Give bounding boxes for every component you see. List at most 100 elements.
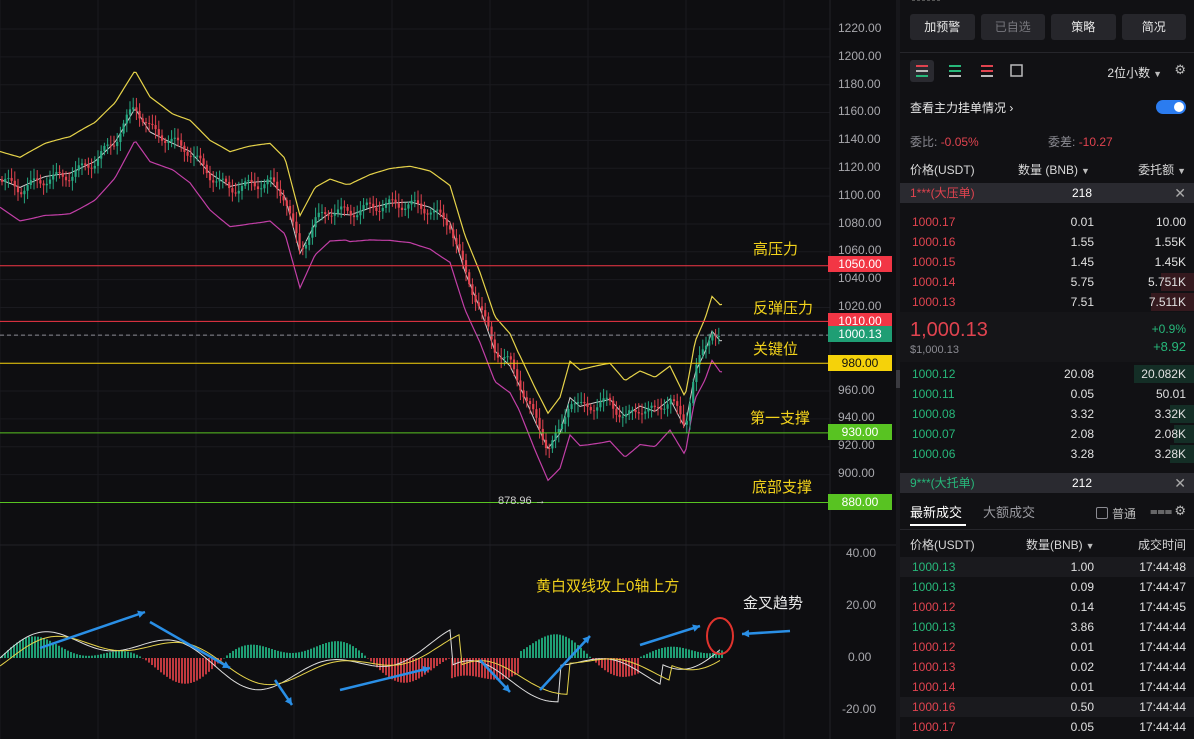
macd-histogram-bar [106,652,108,658]
change-absolute: +8.92 [1153,339,1186,354]
macd-histogram-bar [139,656,141,658]
macd-histogram-bar [400,658,402,683]
settings-icon[interactable]: ⚙ [1174,503,1186,519]
normal-checkbox[interactable] [1096,507,1108,519]
candle-body [583,401,586,404]
macd-histogram-bar [349,644,351,658]
ask-row[interactable]: 1000.16 1.55 1.55K [900,232,1194,252]
candle-body [135,107,138,111]
candle-body [263,184,266,189]
view-both-icon[interactable] [910,60,934,82]
low-price-label: 878.96 → [498,495,546,507]
bid-row[interactable]: 1000.06 3.28 3.28K [900,444,1194,464]
add-favorite-button[interactable]: 已自选 [980,14,1045,40]
big-bid-bar[interactable]: 9***(大托单) 212 ✕ [900,473,1194,493]
col-qty-header[interactable]: 数量 (BNB) ▼ [1018,161,1090,178]
macd-histogram-bar [280,651,282,658]
add-alert-button[interactable]: 加预警 [910,14,975,40]
tab-large-trades[interactable]: 大额成交 [983,502,1035,521]
bid-row[interactable]: 1000.11 0.05 50.01 [900,384,1194,404]
macd-histogram-bar [529,645,531,658]
ask-row[interactable]: 1000.15 1.45 1.45K [900,252,1194,272]
big-ask-bar[interactable]: 1***(大压单) 218 ✕ [900,183,1194,203]
level-tag-first-support: 930.00 [828,424,892,440]
candle-body [234,192,237,194]
bid-price: 1000.12 [912,367,956,381]
view-asks-icon[interactable] [976,60,998,82]
tab-latest-trades[interactable]: 最新成交 [910,502,962,521]
macd-histogram-bar [589,656,591,658]
filter-icon[interactable]: ⩶ [1150,503,1172,519]
macd-histogram-bar [289,652,291,658]
macd-histogram-bar [157,658,159,670]
candlestick-chart[interactable] [0,0,896,739]
macd-histogram-bar [196,658,198,681]
candle-body [404,208,407,210]
ask-row[interactable]: 1000.17 0.01 10.00 [900,212,1194,232]
candle-body [426,213,429,215]
macd-histogram-bar [418,658,420,679]
candle-body [608,397,612,401]
precision-select[interactable]: 2位小数 ▼ [1107,64,1162,81]
price-tick: 1120.00 [838,160,881,174]
macd-histogram-bar [367,658,369,659]
order-book-toggle[interactable] [1156,100,1186,114]
strategy-button[interactable]: 策略 [1051,14,1116,40]
ask-row[interactable]: 1000.13 7.51 7.511K [900,292,1194,312]
trade-price: 1000.13 [912,660,956,674]
ask-price: 1000.13 [912,295,956,309]
candle-body [541,428,544,440]
bid-qty: 2.08 [1070,427,1094,441]
macd-histogram-bar [652,651,654,658]
candle-body [528,401,532,404]
macd-histogram-bar [130,652,132,658]
candle-body [7,177,10,179]
candle-body [551,440,554,449]
bollinger-lower-line [0,141,723,482]
macd-histogram-bar [55,644,57,658]
annotation-first-support: 第一支撑 [750,410,811,427]
macd-histogram-bar [277,650,279,658]
candle-body [692,382,695,404]
trade-row: 1000.13 3.86 17:44:44 [900,617,1194,637]
trade-price: 1000.13 [912,580,956,594]
candle-body [359,210,362,216]
price-tick: 900.00 [838,466,875,480]
big-ask-label: 1***(大压单) [910,186,975,200]
bid-row[interactable]: 1000.07 2.08 2.08K [900,424,1194,444]
macd-histogram-bar [694,651,696,658]
ask-row[interactable]: 1000.14 5.75 5.751K [900,272,1194,292]
col-total-header[interactable]: 委托额 ▼ [1138,161,1186,178]
view-bids-icon[interactable] [944,60,966,82]
settings-icon[interactable]: ⚙ [1174,62,1186,78]
macd-histogram-bar [115,651,117,658]
close-icon[interactable]: ✕ [1174,473,1186,493]
bollinger-upper-line [0,71,723,415]
macd-histogram-bar [526,647,528,658]
candle-body [468,272,471,285]
trade-col-qty-header[interactable]: 数量(BNB) ▼ [1026,536,1095,553]
candle-body [317,212,320,218]
candle-body [394,199,397,204]
candle-body [570,404,573,409]
macd-histogram-bar [184,658,186,684]
close-icon[interactable]: ✕ [1174,183,1186,203]
order-book-link[interactable]: 查看主力挂单情况 › [910,99,1013,116]
overview-button[interactable]: 简况 [1121,14,1186,40]
macd-histogram-bar [544,636,546,658]
candle-body [199,155,202,159]
view-trades-icon[interactable] [1006,60,1028,82]
bid-row[interactable]: 1000.12 20.08 20.082K [900,364,1194,384]
candle-body [173,137,176,139]
candle-body [650,405,653,408]
macd-histogram-bar [442,658,444,662]
ask-price: 1000.16 [912,235,956,249]
bid-price: 1000.06 [912,447,956,461]
trade-time: 17:44:47 [1139,580,1186,594]
bid-row[interactable]: 1000.08 3.32 3.32K [900,404,1194,424]
macd-histogram-bar [358,650,360,658]
candle-body [292,213,295,222]
candle-body [407,204,410,209]
chart-area[interactable]: 1220.00 1200.00 1180.00 1160.00 1140.00 … [0,0,896,739]
annotation-high-resistance: 高压力 [753,241,799,258]
